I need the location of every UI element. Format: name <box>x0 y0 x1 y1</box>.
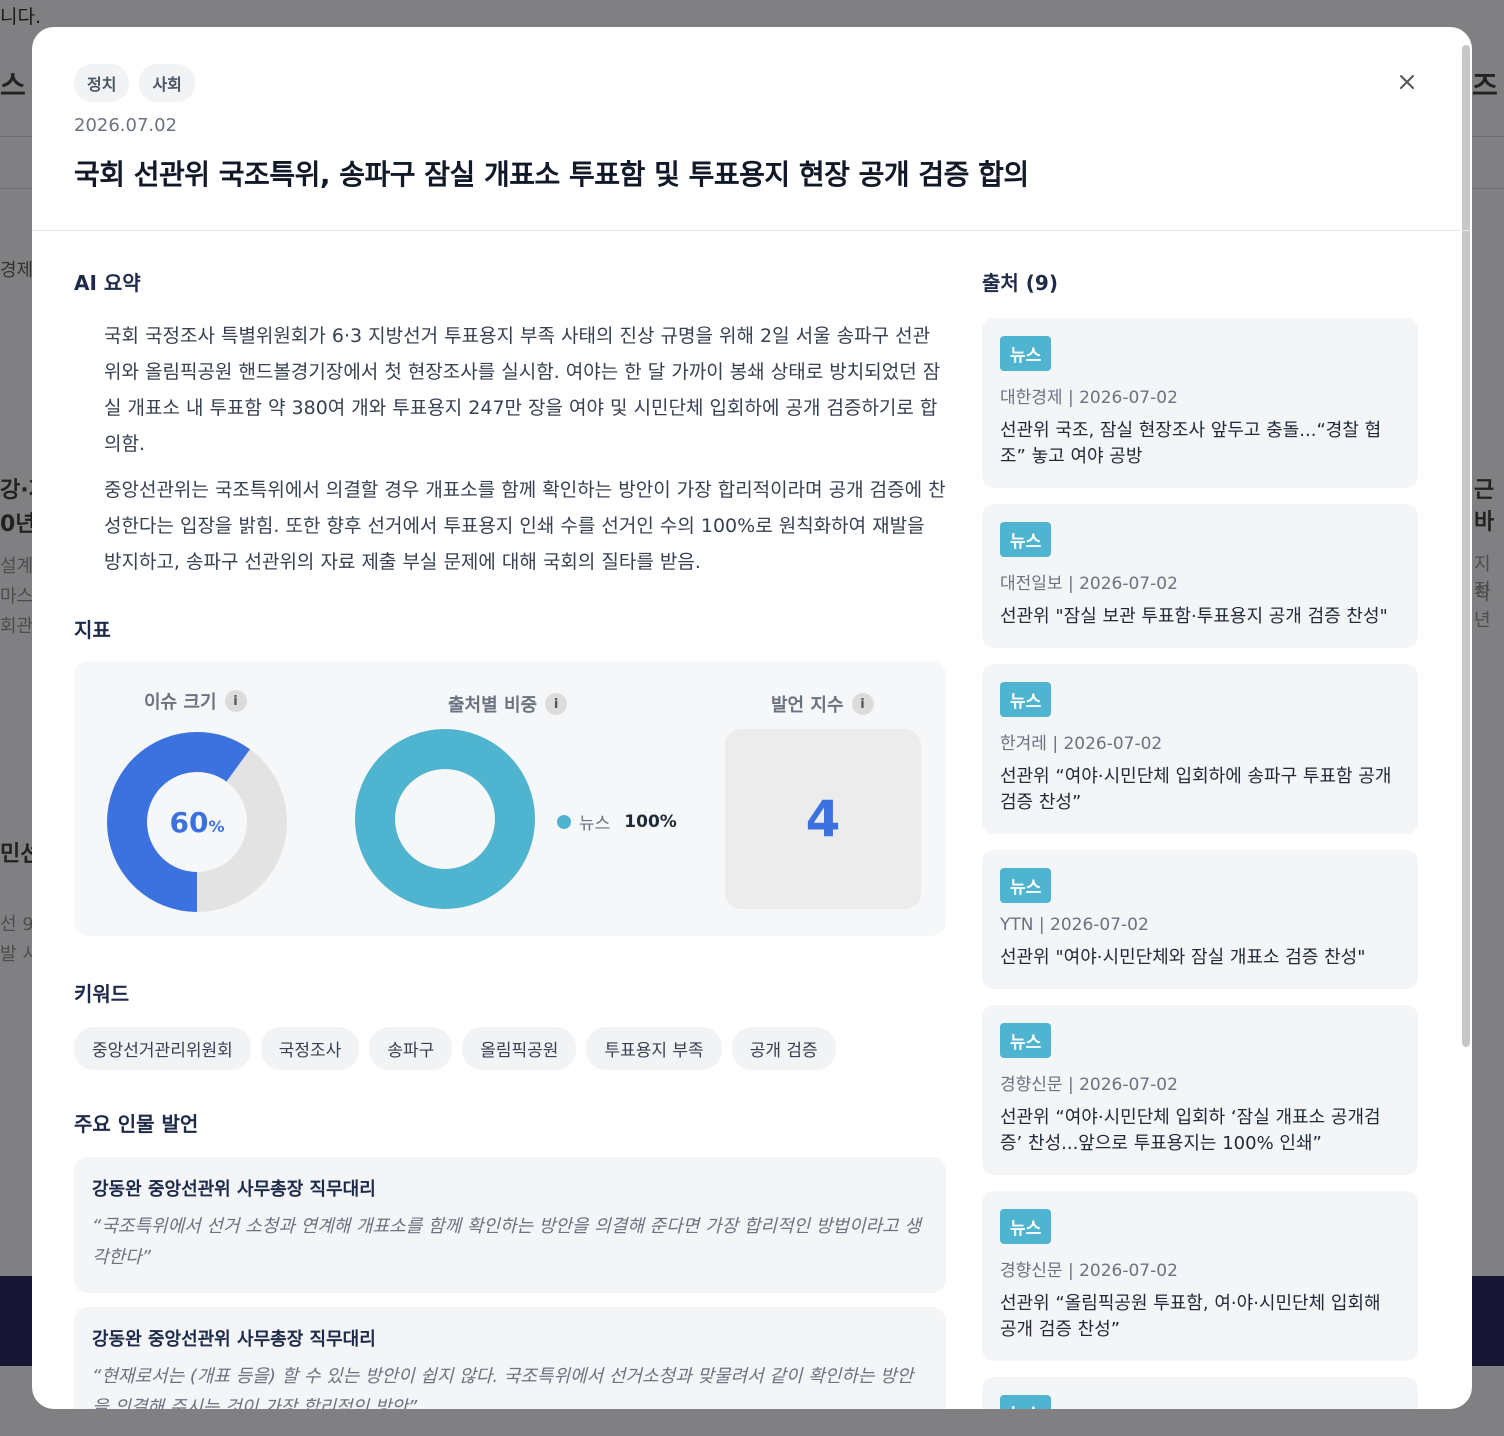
source-share-label-text: 출처별 비중 <box>448 695 538 716</box>
summary-paragraph: 국회 국정조사 특별위원회가 6·3 지방선거 투표용지 부족 사태의 진상 규… <box>104 325 941 455</box>
source-share-news-segment <box>355 729 535 909</box>
metrics-heading: 지표 <box>74 618 111 642</box>
info-icon[interactable]: i <box>545 693 568 715</box>
main-column: AI 요약 국회 국정조사 특별위원회가 6·3 지방선거 투표용지 부족 사태… <box>74 267 946 1409</box>
speech-index-label: 발언 지수 i <box>771 691 874 717</box>
source-meta: 경향신문 | 2026-07-02 <box>1000 1261 1178 1281</box>
source-card[interactable]: 뉴스 한겨레 | 2026-07-02 선관위 “여야·시민단체 입회하에 송파… <box>982 664 1418 834</box>
quote-card: 강동완 중앙선관위 사무총장 직무대리 “국조특위에서 선거 소청과 연계해 개… <box>74 1157 946 1293</box>
article-date: 2026.07.02 <box>74 115 178 136</box>
issue-size-value: 60 % <box>106 731 288 913</box>
source-card[interactable]: 뉴스 경향신문 | 2026-07-02 선관위 “여야·시민단체 입회하 ‘잠… <box>982 1005 1418 1175</box>
quotes-heading: 주요 인물 발언 <box>74 1112 199 1136</box>
quote-text: “국조특위에서 선거 소청과 연계해 개표소를 함께 확인하는 방안을 의결해 … <box>92 1216 921 1268</box>
source-card[interactable]: 뉴스 <box>982 1377 1418 1409</box>
close-icon <box>1400 75 1414 89</box>
source-meta: 대한경제 | 2026-07-02 <box>1000 388 1178 408</box>
keyword-chip[interactable]: 송파구 <box>369 1027 453 1070</box>
info-icon[interactable]: i <box>224 690 247 712</box>
source-meta: 한겨레 | 2026-07-02 <box>1000 734 1163 754</box>
sources-column: 출처 (9) 뉴스 대한경제 | 2026-07-02 선관위 국조, 잠실 현… <box>982 267 1418 1409</box>
source-type-badge: 뉴스 <box>1000 682 1052 717</box>
source-share-legend: 뉴스 100% <box>557 809 677 834</box>
source-meta: 경향신문 | 2026-07-02 <box>1000 1075 1178 1095</box>
background-fragment: 즈 <box>1472 69 1498 102</box>
issue-size-label-text: 이슈 크기 <box>144 692 217 713</box>
summary-paragraph: 중앙선관위는 국조특위에서 의결할 경우 개표소를 함께 확인하는 방안이 가장… <box>104 479 946 573</box>
quote-card: 강동완 중앙선관위 사무총장 직무대리 “현재로서는 (개표 등을) 할 수 있… <box>74 1307 946 1409</box>
background-fragment: 작년 <box>1474 584 1491 631</box>
background-fragment: 0년 <box>0 512 36 537</box>
keyword-chip[interactable]: 공개 검증 <box>731 1027 836 1070</box>
source-type-badge: 뉴스 <box>1000 1209 1052 1244</box>
tag-society: 사회 <box>139 64 195 102</box>
source-share-label: 출처별 비중 i <box>448 691 568 717</box>
info-icon[interactable]: i <box>851 693 874 715</box>
source-title: 선관위 "잠실 보관 투표함·투표용지 공개 검증 찬성" <box>1000 606 1388 627</box>
source-type-badge: 뉴스 <box>1000 336 1052 371</box>
source-title: 선관위 “여야·시민단체 입회하 ‘잠실 개표소 공개검증’ 찬성...앞으로 … <box>1000 1107 1381 1154</box>
quote-text: “현재로서는 (개표 등을) 할 수 있는 방안이 쉽지 않다. 국조특위에서 … <box>92 1366 914 1409</box>
article-modal: 정치 사회 2026.07.02 국회 선관위 국조특위, 송파구 잠실 개표소… <box>32 27 1472 1409</box>
source-card[interactable]: 뉴스 YTN | 2026-07-02 선관위 "여야·시민단체와 잠실 개표소… <box>982 850 1418 989</box>
issue-size-label: 이슈 크기 i <box>144 688 247 714</box>
keyword-chip[interactable]: 중앙선거관리위원회 <box>74 1027 251 1070</box>
issue-size-unit: % <box>208 816 225 836</box>
source-type-badge: 뉴스 <box>1000 1023 1052 1058</box>
source-card[interactable]: 뉴스 대전일보 | 2026-07-02 선관위 "잠실 보관 투표함·투표용지… <box>982 504 1418 648</box>
source-title: 선관위 “올림픽공원 투표함, 여·야·시민단체 입회해 공개 검증 찬성” <box>1000 1293 1381 1340</box>
keyword-chip[interactable]: 투표용지 부족 <box>586 1027 722 1070</box>
summary-heading: AI 요약 <box>74 271 141 295</box>
close-button[interactable] <box>1394 69 1420 95</box>
source-meta: YTN | 2026-07-02 <box>1000 915 1149 935</box>
background-fragment: 경제 <box>0 260 34 281</box>
tag-politics: 정치 <box>74 64 130 102</box>
legend-dot-news <box>557 814 571 829</box>
quote-speaker: 강동완 중앙선관위 사무총장 직무대리 <box>92 1179 376 1200</box>
background-fragment: 마스 <box>0 586 34 607</box>
speech-index-value: 4 <box>805 790 841 848</box>
article-title: 국회 선관위 국조특위, 송파구 잠실 개표소 투표함 및 투표용지 현장 공개… <box>74 158 1029 191</box>
source-title: 선관위 “여야·시민단체 입회하에 송파구 투표함 공개 검증 찬성” <box>1000 766 1392 813</box>
keyword-chip[interactable]: 국정조사 <box>260 1027 360 1070</box>
source-type-badge: 뉴스 <box>1000 1395 1052 1409</box>
source-title: 선관위 "여야·시민단체와 잠실 개표소 검증 찬성" <box>1000 947 1366 968</box>
keywords-heading: 키워드 <box>74 982 130 1006</box>
category-tags: 정치 사회 <box>74 64 195 102</box>
issue-size-number: 60 <box>169 805 209 839</box>
speech-index-box: 4 <box>725 729 921 909</box>
legend-name: 뉴스 <box>579 814 611 834</box>
keyword-list: 중앙선거관리위원회 국정조사 송파구 올림픽공원 투표용지 부족 공개 검증 <box>74 1027 946 1070</box>
source-share-donut <box>355 729 535 909</box>
sources-heading: 출처 (9) <box>982 271 1058 295</box>
quote-speaker: 강동완 중앙선관위 사무총장 직무대리 <box>92 1329 376 1350</box>
source-title: 선관위 국조, 잠실 현장조사 앞두고 충돌...“경찰 협조” 놓고 여야 공… <box>1000 420 1382 467</box>
ai-summary: 국회 국정조사 특별위원회가 6·3 지방선거 투표용지 부족 사태의 진상 규… <box>74 318 946 580</box>
background-fragment: 설계 <box>0 556 34 577</box>
background-text: 니다. <box>0 6 41 28</box>
background-fragment: 스 <box>0 69 26 102</box>
source-type-badge: 뉴스 <box>1000 868 1052 903</box>
modal-header: 정치 사회 2026.07.02 국회 선관위 국조특위, 송파구 잠실 개표소… <box>32 27 1472 231</box>
source-type-badge: 뉴스 <box>1000 522 1052 557</box>
metrics-panel: 이슈 크기 i 60 % 출처별 비중 i 뉴스 100% 발언 지수 i 4 <box>74 661 946 936</box>
source-card[interactable]: 뉴스 대한경제 | 2026-07-02 선관위 국조, 잠실 현장조사 앞두고… <box>982 318 1418 488</box>
legend-value: 100% <box>624 811 677 832</box>
background-fragment: 근 바 <box>1474 478 1495 535</box>
keyword-chip[interactable]: 올림픽공원 <box>462 1027 577 1070</box>
background-fragment: 회관 <box>0 616 34 637</box>
source-list: 뉴스 대한경제 | 2026-07-02 선관위 국조, 잠실 현장조사 앞두고… <box>982 318 1418 1409</box>
source-card[interactable]: 뉴스 경향신문 | 2026-07-02 선관위 “올림픽공원 투표함, 여·야… <box>982 1191 1418 1361</box>
source-meta: 대전일보 | 2026-07-02 <box>1000 574 1178 594</box>
background-fragment: 선 9 <box>0 914 34 935</box>
speech-index-label-text: 발언 지수 <box>771 695 844 716</box>
